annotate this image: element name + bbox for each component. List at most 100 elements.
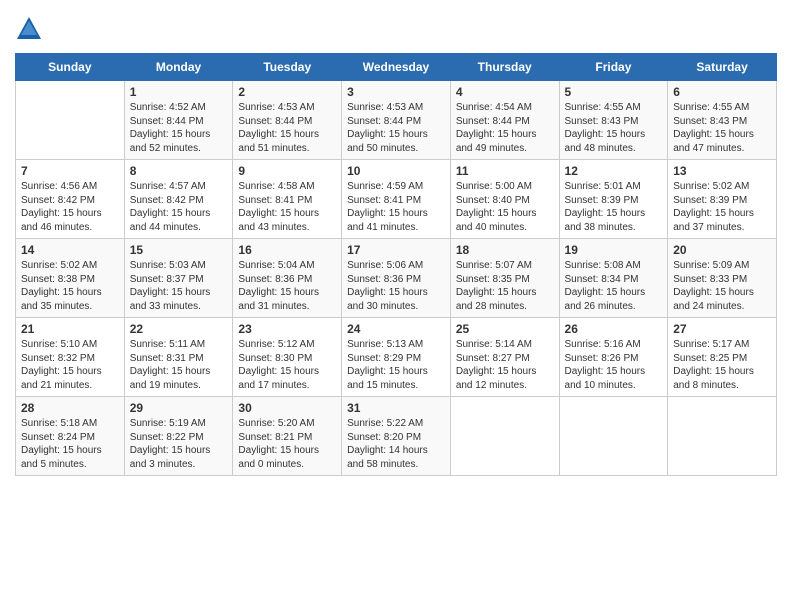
day-number: 26 xyxy=(565,322,663,336)
day-info: Sunrise: 4:52 AM Sunset: 8:44 PM Dayligh… xyxy=(130,101,228,155)
day-cell: 5 Sunrise: 4:55 AM Sunset: 8:43 PM Daylig… xyxy=(559,81,668,160)
day-number: 16 xyxy=(238,243,336,257)
column-header-wednesday: Wednesday xyxy=(342,54,451,81)
day-cell xyxy=(668,397,777,476)
day-number: 25 xyxy=(456,322,554,336)
day-info: Sunrise: 5:16 AM Sunset: 8:26 PM Dayligh… xyxy=(565,338,663,392)
calendar-table: SundayMondayTuesdayWednesdayThursdayFrid… xyxy=(15,53,777,476)
day-info: Sunrise: 5:01 AM Sunset: 8:39 PM Dayligh… xyxy=(565,180,663,234)
day-number: 2 xyxy=(238,85,336,99)
day-number: 4 xyxy=(456,85,554,99)
day-info: Sunrise: 5:06 AM Sunset: 8:36 PM Dayligh… xyxy=(347,259,445,313)
day-info: Sunrise: 4:59 AM Sunset: 8:41 PM Dayligh… xyxy=(347,180,445,234)
day-number: 9 xyxy=(238,164,336,178)
day-cell: 2 Sunrise: 4:53 AM Sunset: 8:44 PM Daylig… xyxy=(233,81,342,160)
day-info: Sunrise: 5:11 AM Sunset: 8:31 PM Dayligh… xyxy=(130,338,228,392)
day-info: Sunrise: 5:17 AM Sunset: 8:25 PM Dayligh… xyxy=(673,338,771,392)
page-header xyxy=(15,10,777,43)
day-info: Sunrise: 5:00 AM Sunset: 8:40 PM Dayligh… xyxy=(456,180,554,234)
day-info: Sunrise: 4:55 AM Sunset: 8:43 PM Dayligh… xyxy=(673,101,771,155)
day-info: Sunrise: 4:53 AM Sunset: 8:44 PM Dayligh… xyxy=(347,101,445,155)
day-cell: 17 Sunrise: 5:06 AM Sunset: 8:36 PM Dayli… xyxy=(342,239,451,318)
day-number: 22 xyxy=(130,322,228,336)
day-info: Sunrise: 4:53 AM Sunset: 8:44 PM Dayligh… xyxy=(238,101,336,155)
day-number: 28 xyxy=(21,401,119,415)
day-cell: 12 Sunrise: 5:01 AM Sunset: 8:39 PM Dayli… xyxy=(559,160,668,239)
day-cell: 29Sunrise: 5:19 AM Sunset: 8:22 PM Dayli… xyxy=(124,397,233,476)
day-info: Sunrise: 4:56 AM Sunset: 8:42 PM Dayligh… xyxy=(21,180,119,234)
day-number: 20 xyxy=(673,243,771,257)
week-row-4: 21 Sunrise: 5:10 AM Sunset: 8:32 PM Dayli… xyxy=(16,318,777,397)
day-cell: 23 Sunrise: 5:12 AM Sunset: 8:30 PM Dayli… xyxy=(233,318,342,397)
day-info: Sunrise: 4:55 AM Sunset: 8:43 PM Dayligh… xyxy=(565,101,663,155)
day-cell: 3Sunrise: 4:53 AM Sunset: 8:44 PM Daylig… xyxy=(342,81,451,160)
day-number: 19 xyxy=(565,243,663,257)
day-info: Sunrise: 5:12 AM Sunset: 8:30 PM Dayligh… xyxy=(238,338,336,392)
day-cell: 24 Sunrise: 5:13 AM Sunset: 8:29 PM Dayli… xyxy=(342,318,451,397)
week-row-1: 1 Sunrise: 4:52 AM Sunset: 8:44 PM Daylig… xyxy=(16,81,777,160)
column-header-thursday: Thursday xyxy=(450,54,559,81)
week-row-2: 7 Sunrise: 4:56 AM Sunset: 8:42 PM Daylig… xyxy=(16,160,777,239)
column-header-monday: Monday xyxy=(124,54,233,81)
day-number: 17 xyxy=(347,243,445,257)
day-cell: 26 Sunrise: 5:16 AM Sunset: 8:26 PM Dayli… xyxy=(559,318,668,397)
day-number: 29 xyxy=(130,401,228,415)
column-header-friday: Friday xyxy=(559,54,668,81)
day-cell: 7 Sunrise: 4:56 AM Sunset: 8:42 PM Daylig… xyxy=(16,160,125,239)
day-cell: 11 Sunrise: 5:00 AM Sunset: 8:40 PM Dayli… xyxy=(450,160,559,239)
day-number: 31 xyxy=(347,401,445,415)
day-info: Sunrise: 5:14 AM Sunset: 8:27 PM Dayligh… xyxy=(456,338,554,392)
day-cell: 19 Sunrise: 5:08 AM Sunset: 8:34 PM Dayli… xyxy=(559,239,668,318)
day-cell: 9Sunrise: 4:58 AM Sunset: 8:41 PM Daylig… xyxy=(233,160,342,239)
day-number: 18 xyxy=(456,243,554,257)
day-info: Sunrise: 4:57 AM Sunset: 8:42 PM Dayligh… xyxy=(130,180,228,234)
day-number: 15 xyxy=(130,243,228,257)
logo xyxy=(15,15,47,43)
day-info: Sunrise: 5:04 AM Sunset: 8:36 PM Dayligh… xyxy=(238,259,336,313)
day-cell: 8 Sunrise: 4:57 AM Sunset: 8:42 PM Daylig… xyxy=(124,160,233,239)
day-number: 13 xyxy=(673,164,771,178)
day-cell: 21 Sunrise: 5:10 AM Sunset: 8:32 PM Dayli… xyxy=(16,318,125,397)
day-number: 11 xyxy=(456,164,554,178)
logo-icon xyxy=(15,15,43,43)
day-number: 27 xyxy=(673,322,771,336)
day-number: 6 xyxy=(673,85,771,99)
day-cell: 25 Sunrise: 5:14 AM Sunset: 8:27 PM Dayli… xyxy=(450,318,559,397)
day-cell: 31Sunrise: 5:22 AM Sunset: 8:20 PM Dayli… xyxy=(342,397,451,476)
day-info: Sunrise: 5:03 AM Sunset: 8:37 PM Dayligh… xyxy=(130,259,228,313)
day-number: 23 xyxy=(238,322,336,336)
day-cell xyxy=(450,397,559,476)
day-cell: 22 Sunrise: 5:11 AM Sunset: 8:31 PM Dayli… xyxy=(124,318,233,397)
day-cell: 28Sunrise: 5:18 AM Sunset: 8:24 PM Dayli… xyxy=(16,397,125,476)
day-cell: 13 Sunrise: 5:02 AM Sunset: 8:39 PM Dayli… xyxy=(668,160,777,239)
day-number: 8 xyxy=(130,164,228,178)
day-number: 12 xyxy=(565,164,663,178)
day-number: 1 xyxy=(130,85,228,99)
day-number: 10 xyxy=(347,164,445,178)
day-info: Sunrise: 5:02 AM Sunset: 8:38 PM Dayligh… xyxy=(21,259,119,313)
day-cell: 20 Sunrise: 5:09 AM Sunset: 8:33 PM Dayli… xyxy=(668,239,777,318)
day-info: Sunrise: 5:10 AM Sunset: 8:32 PM Dayligh… xyxy=(21,338,119,392)
day-info: Sunrise: 5:02 AM Sunset: 8:39 PM Dayligh… xyxy=(673,180,771,234)
day-number: 7 xyxy=(21,164,119,178)
day-cell: 6 Sunrise: 4:55 AM Sunset: 8:43 PM Daylig… xyxy=(668,81,777,160)
day-cell: 15 Sunrise: 5:03 AM Sunset: 8:37 PM Dayli… xyxy=(124,239,233,318)
day-info: Sunrise: 5:13 AM Sunset: 8:29 PM Dayligh… xyxy=(347,338,445,392)
week-row-3: 14 Sunrise: 5:02 AM Sunset: 8:38 PM Dayli… xyxy=(16,239,777,318)
column-header-sunday: Sunday xyxy=(16,54,125,81)
week-row-5: 28Sunrise: 5:18 AM Sunset: 8:24 PM Dayli… xyxy=(16,397,777,476)
day-cell: 1 Sunrise: 4:52 AM Sunset: 8:44 PM Daylig… xyxy=(124,81,233,160)
day-cell: 30Sunrise: 5:20 AM Sunset: 8:21 PM Dayli… xyxy=(233,397,342,476)
day-info: Sunrise: 5:08 AM Sunset: 8:34 PM Dayligh… xyxy=(565,259,663,313)
day-number: 21 xyxy=(21,322,119,336)
day-cell xyxy=(16,81,125,160)
day-number: 14 xyxy=(21,243,119,257)
day-number: 5 xyxy=(565,85,663,99)
column-headers: SundayMondayTuesdayWednesdayThursdayFrid… xyxy=(16,54,777,81)
day-info: Sunrise: 4:54 AM Sunset: 8:44 PM Dayligh… xyxy=(456,101,554,155)
column-header-tuesday: Tuesday xyxy=(233,54,342,81)
day-number: 24 xyxy=(347,322,445,336)
day-info: Sunrise: 5:20 AM Sunset: 8:21 PM Dayligh… xyxy=(238,417,336,471)
day-info: Sunrise: 5:09 AM Sunset: 8:33 PM Dayligh… xyxy=(673,259,771,313)
day-cell: 14 Sunrise: 5:02 AM Sunset: 8:38 PM Dayli… xyxy=(16,239,125,318)
